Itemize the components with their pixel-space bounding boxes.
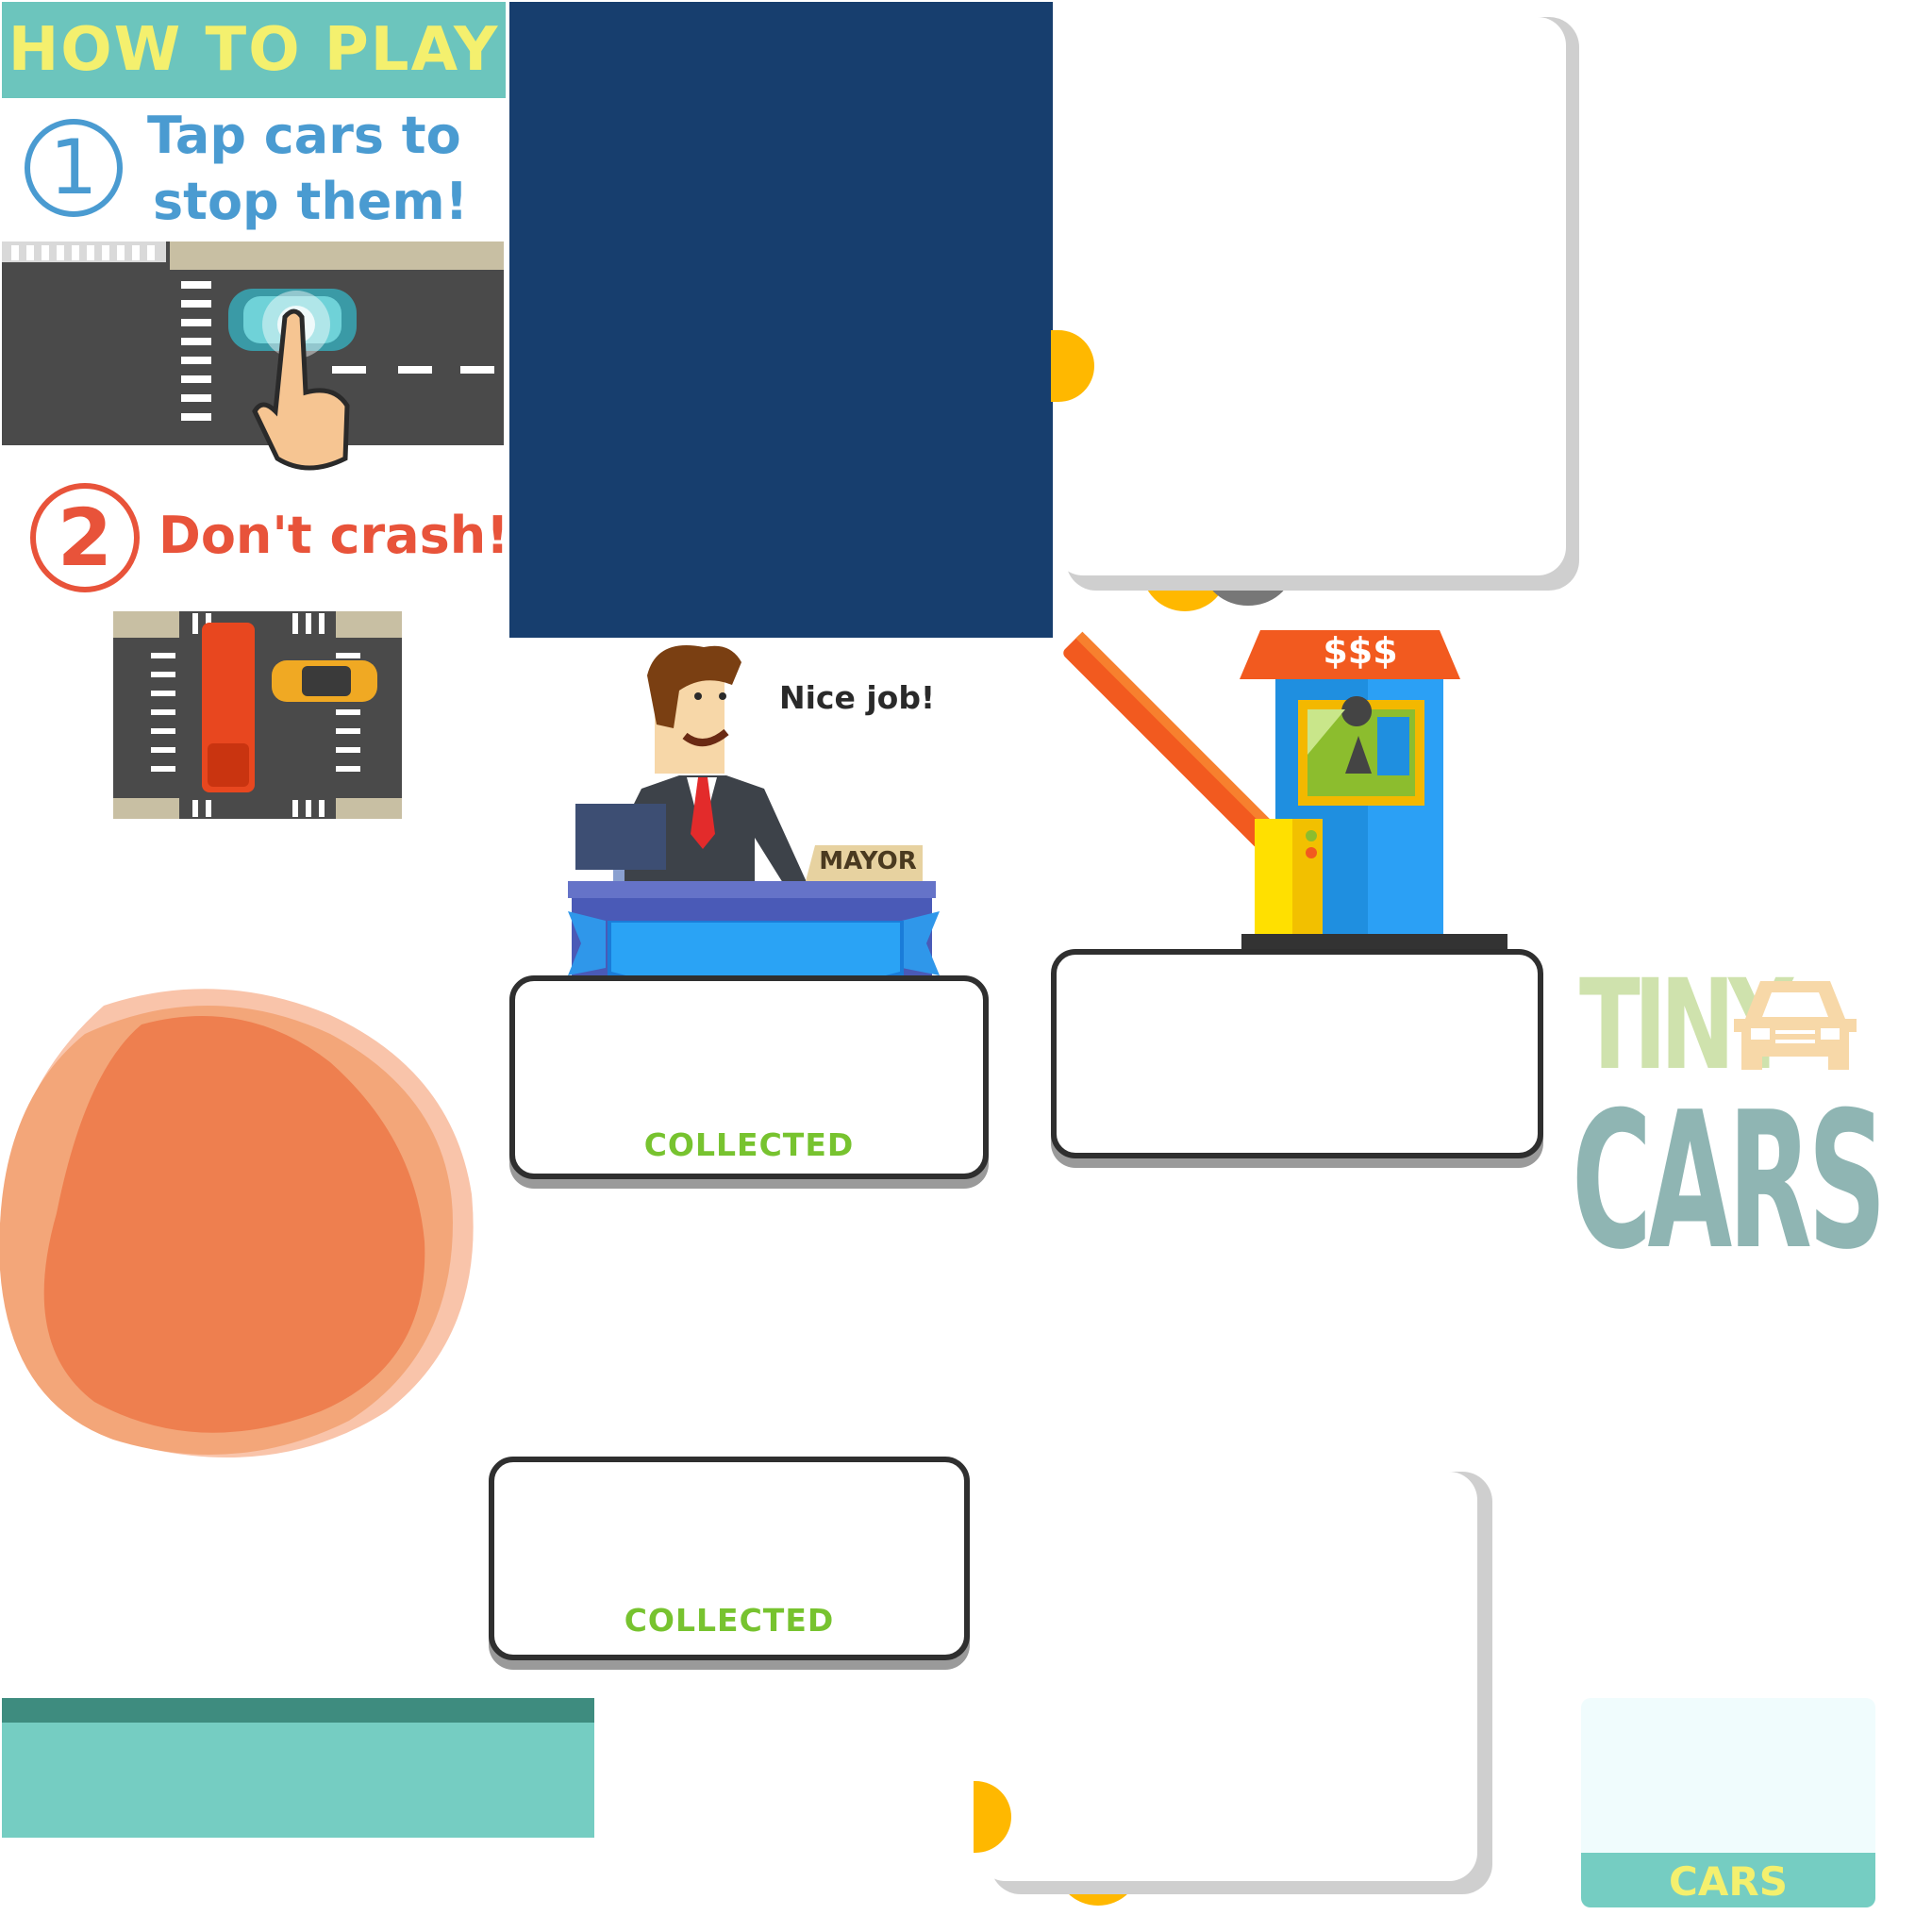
- toll-label-box: [1051, 949, 1543, 1158]
- card-top-right-face: [1055, 17, 1566, 575]
- how-to-play-title: HOW TO PLAY: [8, 15, 500, 85]
- collected-label-2: COLLECTED: [624, 1602, 835, 1639]
- teal-bar: [2, 1698, 594, 1838]
- mayor-character: [568, 645, 940, 1021]
- cars-panel: CARS: [1581, 1698, 1875, 1907]
- card-bottom-face: [977, 1472, 1477, 1881]
- crash-illustration: [113, 611, 402, 819]
- logo-car-icon: [1734, 981, 1857, 1070]
- toll-sign: $$$: [1323, 630, 1398, 672]
- how-to-play-panel: HOW TO PLAY 1 Tap cars to stop them! 2 D…: [0, 0, 509, 849]
- toll-booth-scene: $$$: [1057, 623, 1566, 962]
- step1-circle: 1: [25, 119, 123, 217]
- collected-box-1: COLLECTED: [509, 975, 989, 1179]
- cars-panel-footer: CARS: [1581, 1853, 1875, 1907]
- step1-text-line2: stop them!: [153, 172, 469, 231]
- card-top-right: [1049, 17, 1583, 630]
- navy-panel: [509, 2, 1053, 638]
- teal-bar-top-strip: [2, 1698, 594, 1723]
- card-bottom: [972, 1472, 1500, 1932]
- tap-car-illustration: [2, 242, 504, 474]
- mayor-nameplate: MAYOR: [819, 847, 917, 875]
- tiny-cars-logo: TINY CARS: [1572, 953, 1887, 1292]
- orange-blob: [0, 968, 491, 1458]
- how-to-play-header: HOW TO PLAY: [2, 2, 506, 98]
- cars-label: CARS: [1669, 1858, 1788, 1905]
- step1-number: 1: [49, 124, 98, 211]
- step2-text: Don't crash!: [158, 506, 509, 565]
- step1-text-line1: Tap cars to: [147, 106, 461, 165]
- step2-circle: 2: [30, 483, 140, 592]
- collected-box-2: COLLECTED: [489, 1457, 970, 1660]
- step2-number: 2: [57, 491, 113, 584]
- collected-label-1: COLLECTED: [643, 1126, 855, 1163]
- logo-line2: CARS: [1572, 1072, 1887, 1291]
